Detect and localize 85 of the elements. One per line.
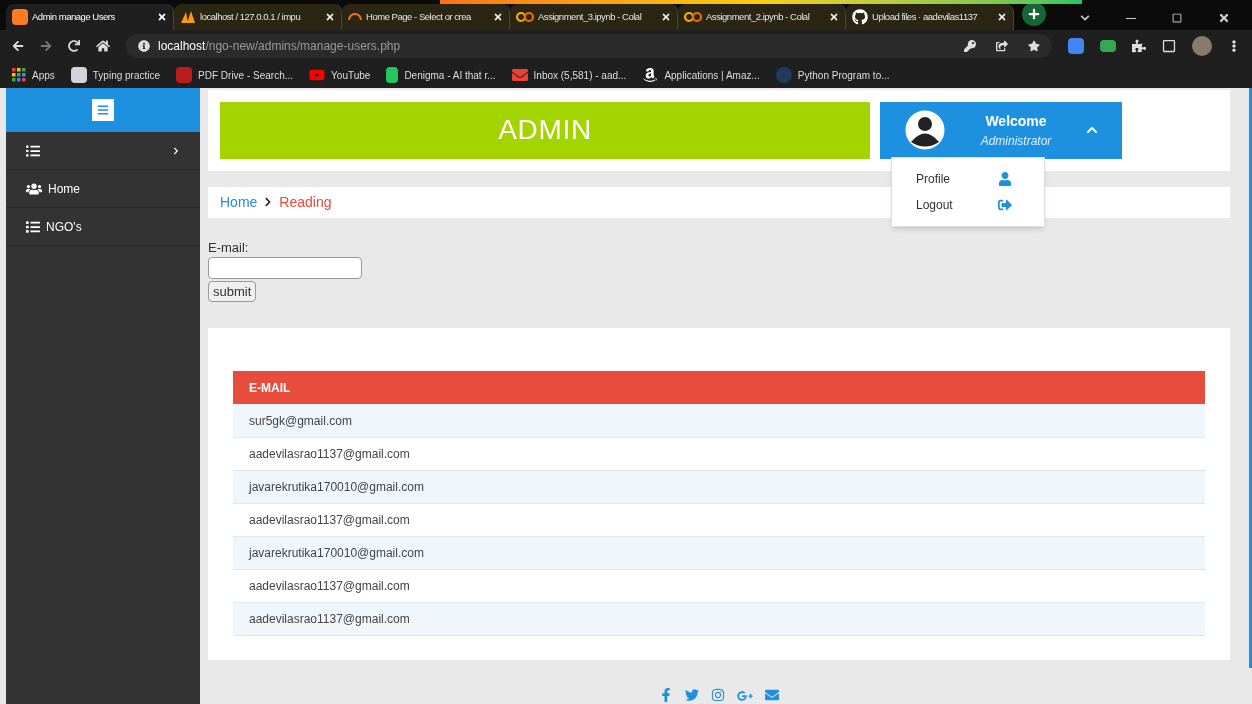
back-icon[interactable]	[12, 40, 24, 52]
home-icon[interactable]	[96, 39, 110, 53]
google-plus-icon[interactable]	[737, 688, 753, 704]
translate-icon[interactable]	[1068, 38, 1084, 54]
key-icon[interactable]	[964, 40, 976, 52]
page-icon	[70, 67, 87, 83]
menu-button[interactable]	[92, 99, 114, 121]
tab-title: Home Page - Select or crea	[366, 9, 472, 24]
user-icon	[998, 172, 1012, 186]
close-icon[interactable]	[661, 12, 671, 22]
column-header: E-MAIL	[233, 371, 1205, 405]
sail-icon	[180, 10, 196, 24]
tab-title: Upload files · aadevilas1137	[872, 9, 979, 24]
bookmark[interactable]: Python Program to...	[775, 67, 890, 83]
close-icon[interactable]	[493, 12, 503, 22]
address-field[interactable]: localhost/ngo-new/admins/manage-users.php	[126, 34, 1052, 58]
mail-icon[interactable]	[765, 688, 779, 702]
table-cell: aadevilasrao1137@gmail.com	[233, 503, 1205, 537]
list-icon	[26, 219, 40, 234]
bookmark[interactable]: Typing practice	[70, 67, 161, 83]
table-cell: aadevilasrao1137@gmail.com	[233, 437, 1205, 471]
menu-item[interactable]: Profile	[892, 166, 1044, 192]
apps-grid-icon	[12, 68, 26, 82]
browser-tab[interactable]: Assignment_3.ipynb - Colal	[510, 4, 678, 30]
share-icon[interactable]	[996, 40, 1008, 52]
twitter-icon[interactable]	[685, 688, 699, 702]
browser-tab[interactable]: Upload files · aadevilas1137	[846, 4, 1014, 30]
avatar-icon[interactable]	[1192, 36, 1212, 56]
close-icon[interactable]	[157, 12, 167, 22]
tab-title: Admin manage Users	[32, 9, 116, 24]
plus-icon	[1028, 8, 1040, 20]
bookmark[interactable]: Inbox (5,581) - aad...	[511, 67, 627, 83]
pdf-icon	[176, 67, 193, 83]
facebook-icon[interactable]	[659, 688, 673, 702]
close-icon[interactable]	[325, 12, 335, 22]
restore-icon[interactable]	[1172, 13, 1182, 23]
breadcrumb-link[interactable]: Home	[220, 191, 258, 213]
breadcrumb-link[interactable]: Reading	[279, 191, 332, 213]
mail-icon	[511, 67, 528, 83]
amazon-icon	[642, 67, 659, 83]
forward-icon[interactable]	[40, 40, 52, 52]
tab-title: Assignment_2.ipynb - Colal	[706, 9, 811, 24]
close-icon[interactable]	[997, 12, 1007, 22]
info-icon	[138, 40, 150, 52]
table-cell: aadevilasrao1137@gmail.com	[233, 602, 1205, 636]
menu-icon	[97, 104, 109, 116]
url-text: localhost/ngo-new/admins/manage-users.php	[158, 38, 401, 55]
extensions-icon[interactable]	[1132, 39, 1146, 53]
reload-icon[interactable]	[68, 40, 80, 52]
avatar-icon	[904, 109, 946, 152]
submit-button[interactable]: submit	[208, 281, 257, 303]
tab-title: localhost / 127.0.0.1 / impu	[200, 9, 302, 24]
bookmark[interactable]: YouTube	[309, 67, 371, 83]
role-text: Administrator	[980, 132, 1052, 150]
sidebar-item[interactable]: Home	[6, 170, 200, 208]
loader-icon	[348, 13, 362, 21]
browser-tab[interactable]: Assignment_2.ipynb - Colal	[678, 4, 846, 30]
field-label: E-mail:	[208, 238, 249, 257]
email-field[interactable]	[208, 257, 362, 280]
close-icon[interactable]	[829, 12, 839, 22]
menu-item[interactable]: Logout	[892, 192, 1044, 218]
close-icon[interactable]	[1218, 12, 1230, 24]
admin-banner: ADMIN	[220, 101, 870, 159]
new-tab-button[interactable]	[1022, 2, 1046, 26]
browser-tab[interactable]: Admin manage Users	[6, 4, 174, 30]
mail-extension-icon[interactable]	[1100, 40, 1116, 52]
star-icon[interactable]	[1028, 40, 1040, 52]
table-cell: aadevilasrao1137@gmail.com	[233, 569, 1205, 603]
side-panel-icon[interactable]	[1162, 39, 1176, 53]
bookmark[interactable]: Applications | Amaz...	[642, 67, 760, 83]
welcome-text: Welcome	[985, 111, 1047, 131]
bookmark[interactable]: Denigma - AI that r...	[386, 67, 496, 83]
github-icon	[852, 9, 868, 25]
logout-icon	[998, 198, 1012, 212]
tab-search-icon[interactable]	[1080, 13, 1090, 23]
sidebar-item[interactable]: NGO's	[6, 208, 200, 246]
browser-tab[interactable]: Home Page - Select or crea	[342, 4, 510, 30]
browser-tab[interactable]: localhost / 127.0.0.1 / impu	[174, 4, 342, 30]
minimize-icon[interactable]	[1126, 17, 1136, 19]
play-icon	[309, 67, 326, 83]
list-icon	[26, 143, 40, 158]
tab-title: Assignment_3.ipynb - Colal	[538, 9, 643, 24]
bookmark[interactable]: Apps	[12, 67, 55, 83]
bookmark[interactable]: PDF Drive - Search...	[176, 67, 294, 83]
instagram-icon[interactable]	[711, 688, 725, 702]
